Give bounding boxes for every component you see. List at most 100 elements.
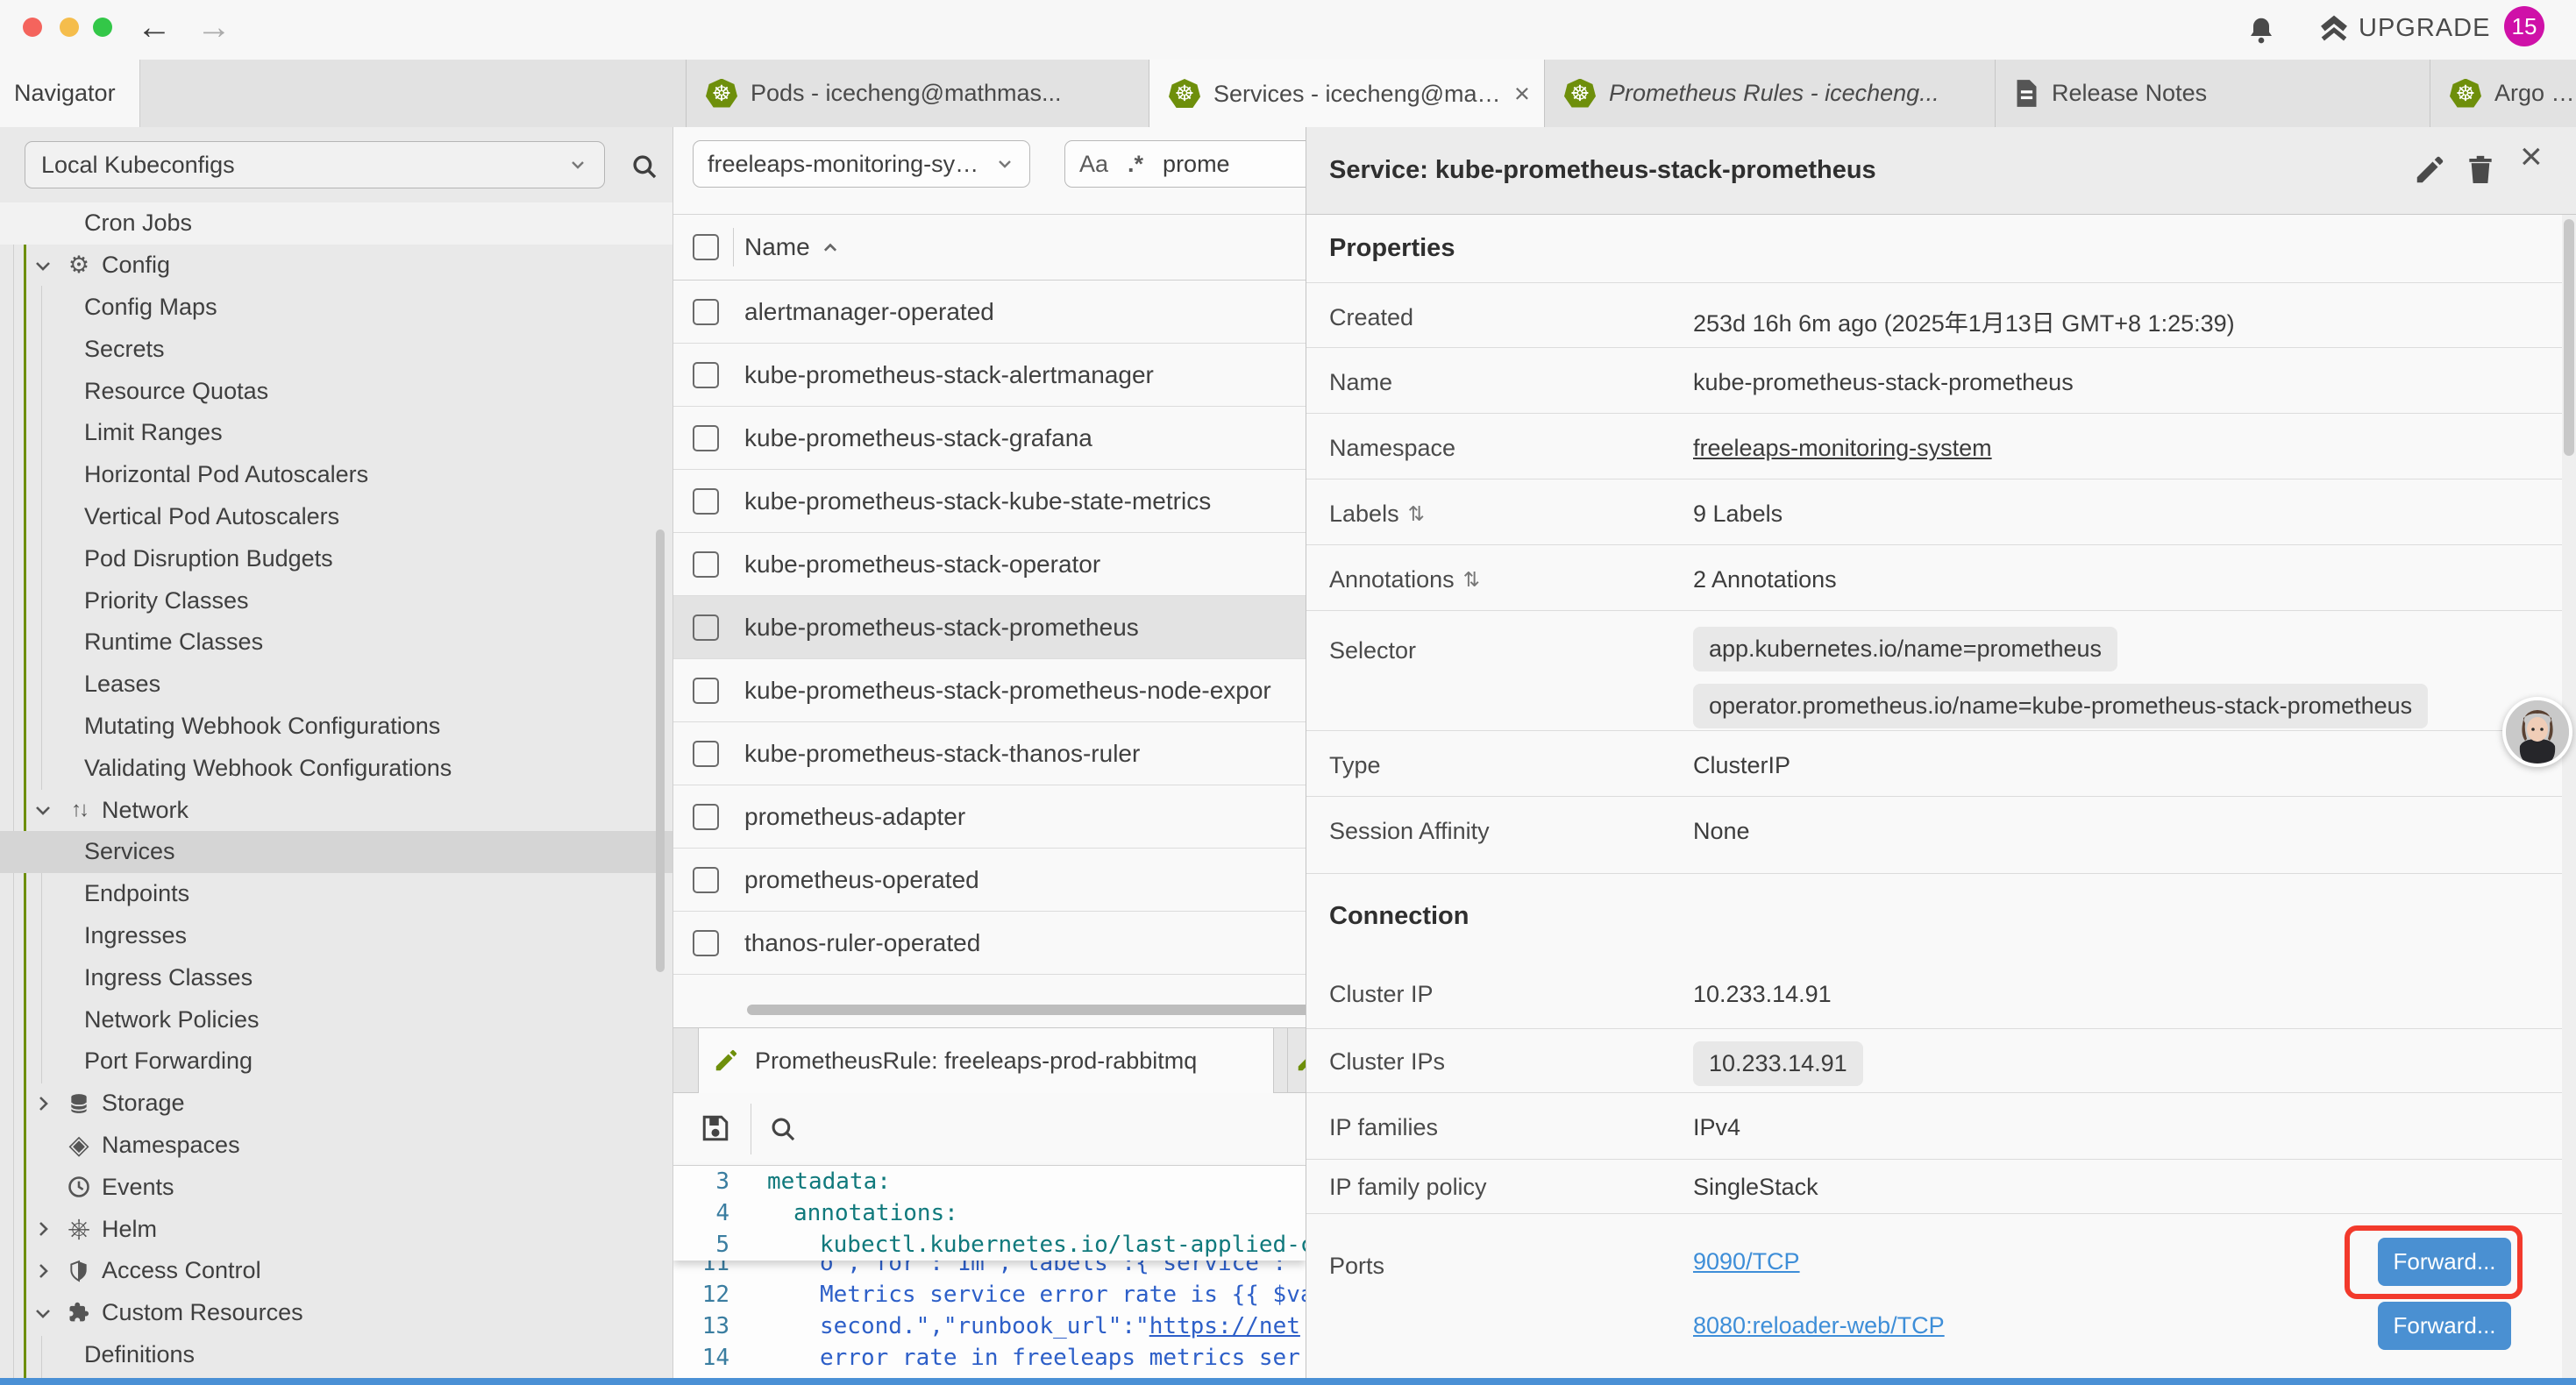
- close-tab-icon[interactable]: ×: [1514, 78, 1544, 110]
- kubeconfig-selector[interactable]: Local Kubeconfigs: [25, 141, 605, 188]
- sidebar-item-endpoints[interactable]: Endpoints: [0, 873, 673, 915]
- table-row[interactable]: kube-prometheus-stack-prometheus-node-ex…: [673, 659, 1306, 722]
- row-checkbox[interactable]: [693, 299, 719, 325]
- sort-toggle-icon[interactable]: ⇅: [1463, 568, 1480, 592]
- upgrade-chevrons-icon[interactable]: [2316, 14, 2352, 47]
- tab-prometheus-rules[interactable]: ☸ Prometheus Rules - icecheng...: [1545, 60, 1996, 127]
- save-icon[interactable]: [700, 1112, 731, 1144]
- minimize-window-button[interactable]: [60, 18, 79, 37]
- table-row[interactable]: kube-prometheus-stack-operator: [673, 533, 1306, 596]
- horizontal-scrollbar[interactable]: [747, 1005, 1306, 1015]
- row-checkbox[interactable]: [693, 425, 719, 451]
- search-icon[interactable]: [630, 152, 659, 181]
- sidebar-item-validating-webhook-configurations[interactable]: Validating Webhook Configurations: [0, 747, 673, 789]
- sidebar-item-runtime-classes[interactable]: Runtime Classes: [0, 621, 673, 664]
- row-checkbox[interactable]: [693, 551, 719, 578]
- sidebar-item-ingress-classes[interactable]: Ingress Classes: [0, 956, 673, 998]
- sort-toggle-icon[interactable]: ⇅: [1408, 502, 1425, 526]
- tab-argo[interactable]: ☸ Argo Se...: [2430, 60, 2576, 127]
- sidebar-item-secrets[interactable]: Secrets: [0, 328, 673, 370]
- select-all-checkbox[interactable]: [693, 234, 719, 260]
- sidebar-item-storage[interactable]: Storage: [0, 1083, 673, 1125]
- namespace-selector[interactable]: freeleaps-monitoring-system: [693, 140, 1030, 188]
- filter-search-input[interactable]: Aa .* prome: [1064, 140, 1306, 188]
- row-checkbox[interactable]: [693, 362, 719, 388]
- sidebar-item-definitions[interactable]: Definitions: [0, 1334, 673, 1376]
- row-checkbox[interactable]: [693, 614, 719, 641]
- back-icon[interactable]: ←: [137, 6, 172, 48]
- sidebar-item-config-maps[interactable]: Config Maps: [0, 287, 673, 329]
- table-row[interactable]: kube-prometheus-stack-kube-state-metrics: [673, 470, 1306, 533]
- sidebar-item-helm[interactable]: ⎈ Helm: [0, 1208, 673, 1250]
- tab-release-notes[interactable]: Release Notes: [1996, 60, 2430, 127]
- sidebar-item-priority-classes[interactable]: Priority Classes: [0, 579, 673, 621]
- row-checkbox[interactable]: [693, 867, 719, 893]
- table-row[interactable]: kube-prometheus-stack-thanos-ruler: [673, 722, 1306, 785]
- edit-pencil-icon[interactable]: [2413, 153, 2446, 187]
- row-checkbox[interactable]: [693, 804, 719, 830]
- table-row[interactable]: thanos-ruler-operated: [673, 912, 1306, 975]
- user-avatar[interactable]: [2502, 697, 2572, 767]
- tab-pods[interactable]: ☸ Pods - icecheng@mathmas...: [686, 60, 1149, 127]
- close-window-button[interactable]: [23, 18, 42, 37]
- sidebar-item-ingresses[interactable]: Ingresses: [0, 915, 673, 957]
- notifications-bell-icon[interactable]: [2245, 14, 2277, 47]
- sidebar-item-custom-resources[interactable]: Custom Resources: [0, 1292, 673, 1334]
- sidebar-item-services[interactable]: Services: [0, 831, 673, 873]
- close-icon[interactable]: ×: [2520, 138, 2543, 176]
- sidebar-item-port-forwarding[interactable]: Port Forwarding: [0, 1041, 673, 1083]
- search-icon[interactable]: [768, 1114, 798, 1144]
- sidebar-item-pod-disruption-budgets[interactable]: Pod Disruption Budgets: [0, 537, 673, 579]
- forward-icon[interactable]: →: [196, 6, 231, 48]
- match-case-toggle[interactable]: Aa: [1079, 151, 1108, 178]
- editor-tab-partial[interactable]: [1295, 1048, 1306, 1074]
- notification-count-badge[interactable]: 15: [2504, 6, 2544, 46]
- yaml-editor[interactable]: 3metadata: 4annotations: 5kubectl.kubern…: [673, 1166, 1306, 1378]
- sidebar-item-cron-jobs[interactable]: Cron Jobs: [0, 202, 673, 245]
- table-row-selected[interactable]: kube-prometheus-stack-prometheus: [673, 596, 1306, 659]
- sidebar-item-mutating-webhook-configurations[interactable]: Mutating Webhook Configurations: [0, 706, 673, 748]
- table-row[interactable]: prometheus-adapter: [673, 785, 1306, 849]
- tab-divider: [1287, 1028, 1288, 1093]
- regex-toggle[interactable]: .*: [1128, 151, 1143, 178]
- row-value[interactable]: 2 Annotations: [1693, 566, 1837, 593]
- detail-row-ip-families: IP families IPv4: [1306, 1093, 2576, 1160]
- table-row[interactable]: prometheus-operated: [673, 849, 1306, 912]
- sidebar-item-network[interactable]: ↑↓ Network: [0, 789, 673, 831]
- row-checkbox[interactable]: [693, 741, 719, 767]
- sidebar-item-events[interactable]: Events: [0, 1166, 673, 1208]
- row-value[interactable]: 9 Labels: [1693, 501, 1783, 528]
- editor-url-link[interactable]: https://net: [1149, 1313, 1300, 1339]
- sidebar-item-vertical-pod-autoscalers[interactable]: Vertical Pod Autoscalers: [0, 496, 673, 538]
- table-row[interactable]: kube-prometheus-stack-alertmanager: [673, 344, 1306, 407]
- sidebar-item-access-control[interactable]: Access Control: [0, 1250, 673, 1292]
- port-link-8080[interactable]: 8080:reloader-web/TCP: [1693, 1312, 1945, 1339]
- zoom-window-button[interactable]: [93, 18, 112, 37]
- sidebar-item-config[interactable]: ⚙ Config: [0, 245, 673, 287]
- table-row[interactable]: kube-prometheus-stack-grafana: [673, 407, 1306, 470]
- row-checkbox[interactable]: [693, 488, 719, 515]
- detail-scrollbar[interactable]: [2564, 219, 2574, 456]
- table-row[interactable]: alertmanager-operated: [673, 281, 1306, 344]
- sidebar-item-namespaces[interactable]: ◈ Namespaces: [0, 1125, 673, 1167]
- sidebar-item-leases[interactable]: Leases: [0, 664, 673, 706]
- row-value: IPv4: [1693, 1114, 1740, 1141]
- trash-icon[interactable]: [2464, 153, 2497, 187]
- sidebar-item-network-policies[interactable]: Network Policies: [0, 998, 673, 1041]
- sidebar-item-limit-ranges[interactable]: Limit Ranges: [0, 412, 673, 454]
- port-link-9090[interactable]: 9090/TCP: [1693, 1248, 1800, 1275]
- row-checkbox[interactable]: [693, 930, 719, 956]
- column-header-name[interactable]: Name: [744, 233, 810, 261]
- row-checkbox[interactable]: [693, 678, 719, 704]
- sidebar-scrollbar[interactable]: [656, 529, 665, 972]
- namespace-link[interactable]: freeleaps-monitoring-system: [1693, 435, 1992, 462]
- forward-button[interactable]: Forward...: [2378, 1302, 2511, 1350]
- sidebar-item-horizontal-pod-autoscalers[interactable]: Horizontal Pod Autoscalers: [0, 454, 673, 496]
- kubeconfig-selector-value: Local Kubeconfigs: [41, 152, 235, 179]
- editor-tab-prometheusrule[interactable]: PrometheusRule: freeleaps-prod-rabbitmq: [698, 1028, 1274, 1093]
- sidebar-item-resource-quotas[interactable]: Resource Quotas: [0, 370, 673, 412]
- upgrade-label[interactable]: UPGRADE: [2359, 14, 2490, 43]
- navigator-tab[interactable]: Navigator: [0, 60, 140, 127]
- tab-services[interactable]: ☸ Services - icecheng@math... ×: [1149, 60, 1545, 128]
- header-divider: [733, 228, 734, 266]
